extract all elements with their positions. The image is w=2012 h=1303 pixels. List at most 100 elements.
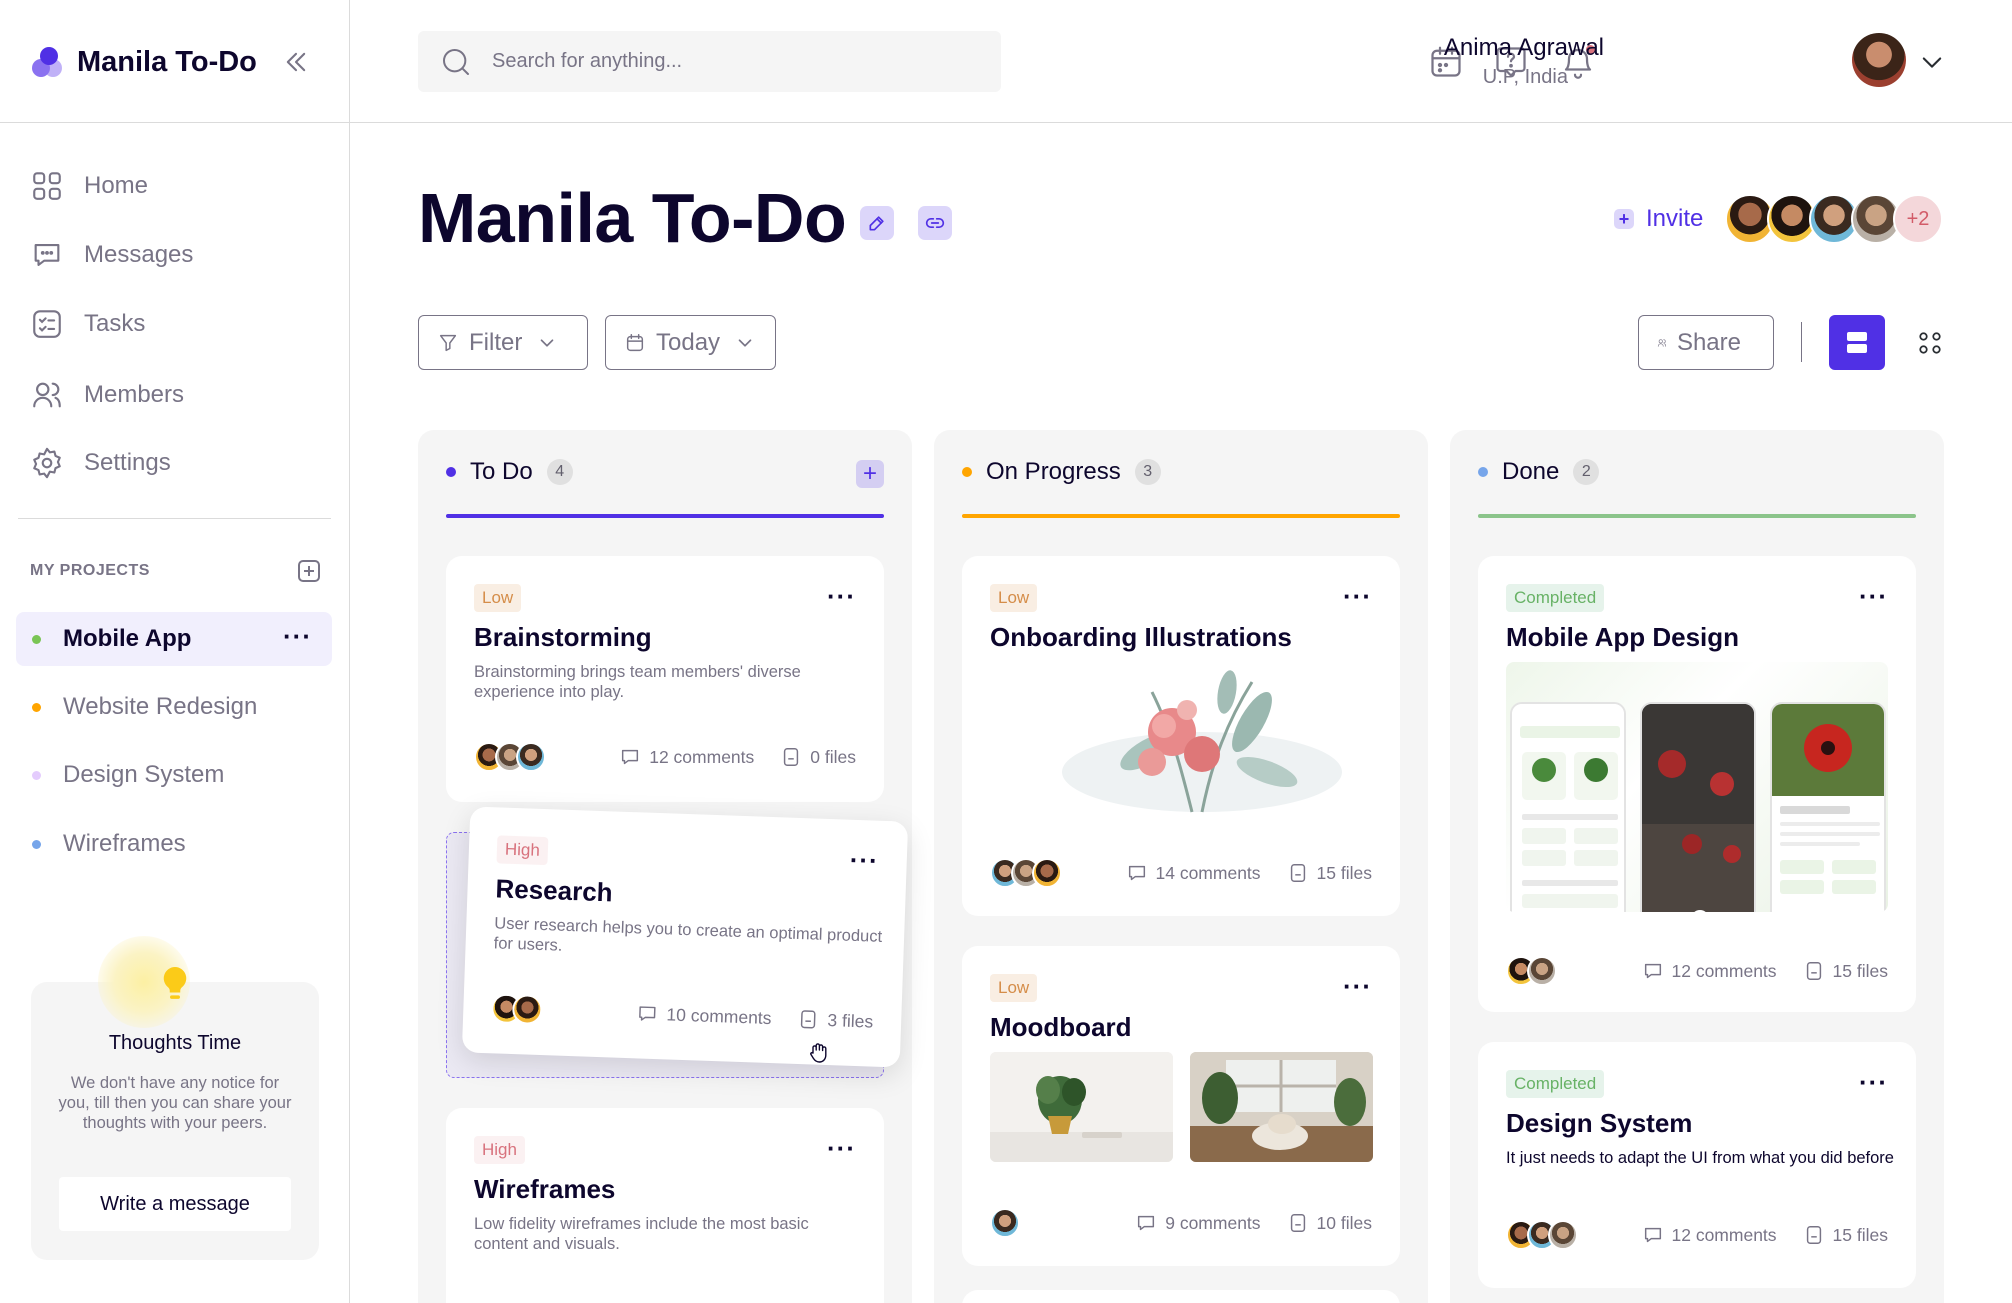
column-underline: [1478, 514, 1916, 518]
copy-link-button[interactable]: [918, 206, 952, 240]
flower-illustration-image: [1062, 670, 1342, 813]
file-icon: [801, 1010, 816, 1029]
plant-photo-image: [990, 1052, 1173, 1162]
grid-view-icon[interactable]: [1917, 330, 1943, 356]
share-button[interactable]: Share: [1638, 315, 1774, 370]
project-color-dot: [32, 702, 41, 712]
project-item-design-system[interactable]: Design System: [16, 748, 332, 802]
more-members-badge[interactable]: +2: [1893, 194, 1943, 244]
search-input[interactable]: [492, 50, 972, 73]
column-title: To Do: [470, 458, 533, 485]
edit-title-button[interactable]: [860, 206, 894, 240]
comment-count: 10 comments: [666, 1003, 772, 1028]
sidebar-divider: [0, 122, 350, 123]
status-badge: Completed: [1506, 584, 1605, 612]
task-card[interactable]: Low ··· Moodboard 9 comments 10 files: [962, 946, 1400, 1266]
nav-label: Settings: [84, 449, 171, 476]
nav-label: Members: [84, 381, 185, 408]
gear-icon: [33, 447, 61, 479]
more-options-icon[interactable]: ···: [1343, 973, 1372, 999]
card-title: Brainstorming: [474, 622, 652, 652]
grab-cursor-icon: [810, 1043, 827, 1063]
card-footer: 12 comments 0 files: [474, 742, 856, 772]
card-title: Wireframes: [474, 1174, 616, 1204]
brand: Manila To-Do: [30, 44, 257, 80]
add-task-button[interactable]: +: [856, 460, 884, 488]
project-name: Design System: [63, 761, 225, 788]
card-footer: 9 comments 10 files: [990, 1208, 1372, 1238]
card-description: Low fidelity wireframes include the most…: [474, 1215, 809, 1253]
priority-badge: Low: [990, 584, 1038, 612]
chevron-down-icon: [738, 338, 752, 347]
task-card-dragging[interactable]: High ··· Research User research helps yo…: [461, 806, 909, 1068]
nav-label: Tasks: [84, 310, 146, 337]
more-options-icon[interactable]: ···: [1859, 1069, 1888, 1095]
date-dropdown[interactable]: Today: [605, 315, 776, 370]
column-header: To Do 4: [446, 456, 573, 488]
avatar: [516, 742, 546, 772]
priority-badge: Low: [474, 584, 522, 612]
app-logo-icon: [30, 45, 64, 79]
assignee-avatars: [1506, 956, 1557, 986]
task-card[interactable]: Completed ··· Design System It just need…: [1478, 1042, 1916, 1288]
avatar[interactable]: [1852, 33, 1906, 87]
nav-label: Messages: [84, 241, 194, 268]
column-title: Done: [1502, 458, 1560, 485]
task-card[interactable]: Completed ··· Mobile App Design 12 comme…: [1478, 556, 1916, 1012]
task-card[interactable]: Low ··· Brainstorming Brainstorming brin…: [446, 556, 884, 802]
comment-count: 12 comments: [1671, 1224, 1777, 1245]
comment-count: 9 comments: [1165, 1212, 1261, 1233]
more-options-icon[interactable]: ···: [283, 623, 312, 649]
card-title: Onboarding Illustrations: [990, 622, 1292, 652]
project-item-website-redesign[interactable]: Website Redesign: [16, 680, 332, 734]
invite-label: Invite: [1646, 205, 1704, 232]
chevron-down-icon[interactable]: [1918, 48, 1946, 76]
avatar: [1548, 1220, 1578, 1250]
add-project-button[interactable]: [298, 560, 320, 582]
more-options-icon[interactable]: ···: [849, 845, 879, 876]
project-item-wireframes[interactable]: Wireframes: [16, 817, 332, 871]
column-underline: [962, 514, 1400, 518]
nav-item-tasks[interactable]: Tasks: [30, 304, 330, 344]
search-bar[interactable]: [418, 31, 1001, 92]
more-options-icon[interactable]: ···: [827, 1135, 856, 1161]
column-todo: To Do 4 + Low ··· Brainstorming Brainsto…: [418, 430, 912, 1303]
card-title: Mobile App Design: [1506, 622, 1740, 652]
comment-icon: [1644, 1227, 1661, 1243]
thoughts-text: We don't have any notice for you, till t…: [58, 1074, 292, 1132]
nav-item-home[interactable]: Home: [30, 166, 330, 206]
file-icon: [1806, 962, 1821, 980]
project-item-mobile-app[interactable]: Mobile App ···: [16, 612, 332, 666]
collapse-sidebar-icon[interactable]: [282, 48, 310, 76]
lightbulb-icon: [163, 967, 187, 999]
card-meta: 12 comments 15 files: [1642, 1224, 1888, 1246]
nav-item-members[interactable]: Members: [30, 375, 330, 415]
more-options-icon[interactable]: ···: [1859, 583, 1888, 609]
column-header: On Progress 3: [962, 456, 1161, 488]
projects-header: MY PROJECTS: [30, 560, 320, 582]
more-options-icon[interactable]: ···: [827, 583, 856, 609]
card-meta: 10 comments 3 files: [636, 1002, 874, 1032]
user-location: U.P, India: [1482, 66, 1568, 88]
card-meta: 9 comments 10 files: [1135, 1212, 1372, 1234]
nav-item-settings[interactable]: Settings: [30, 443, 330, 483]
task-card[interactable]: [962, 1290, 1400, 1303]
project-color-dot: [32, 634, 41, 644]
column-underline: [446, 514, 884, 518]
write-message-button[interactable]: Write a message: [59, 1177, 291, 1231]
nav-item-messages[interactable]: Messages: [30, 235, 330, 275]
card-title: Moodboard: [990, 1012, 1132, 1042]
invite-button[interactable]: + Invite: [1614, 205, 1703, 233]
card-title: Research: [495, 873, 614, 908]
more-options-icon[interactable]: ···: [1343, 583, 1372, 609]
task-card[interactable]: High ··· Wireframes Low fidelity wirefra…: [446, 1108, 884, 1303]
filter-dropdown[interactable]: Filter: [418, 315, 588, 370]
user-name: Anima Agrawal: [1443, 34, 1604, 61]
file-icon: [1290, 864, 1305, 882]
task-card[interactable]: Low ··· Onboarding Illustrations 14 comm…: [962, 556, 1400, 916]
column-count: 4: [546, 459, 573, 485]
date-label: Today: [656, 328, 721, 356]
board-view-button[interactable]: [1829, 315, 1885, 370]
members-icon: [1657, 338, 1667, 347]
share-label: Share: [1676, 328, 1741, 356]
